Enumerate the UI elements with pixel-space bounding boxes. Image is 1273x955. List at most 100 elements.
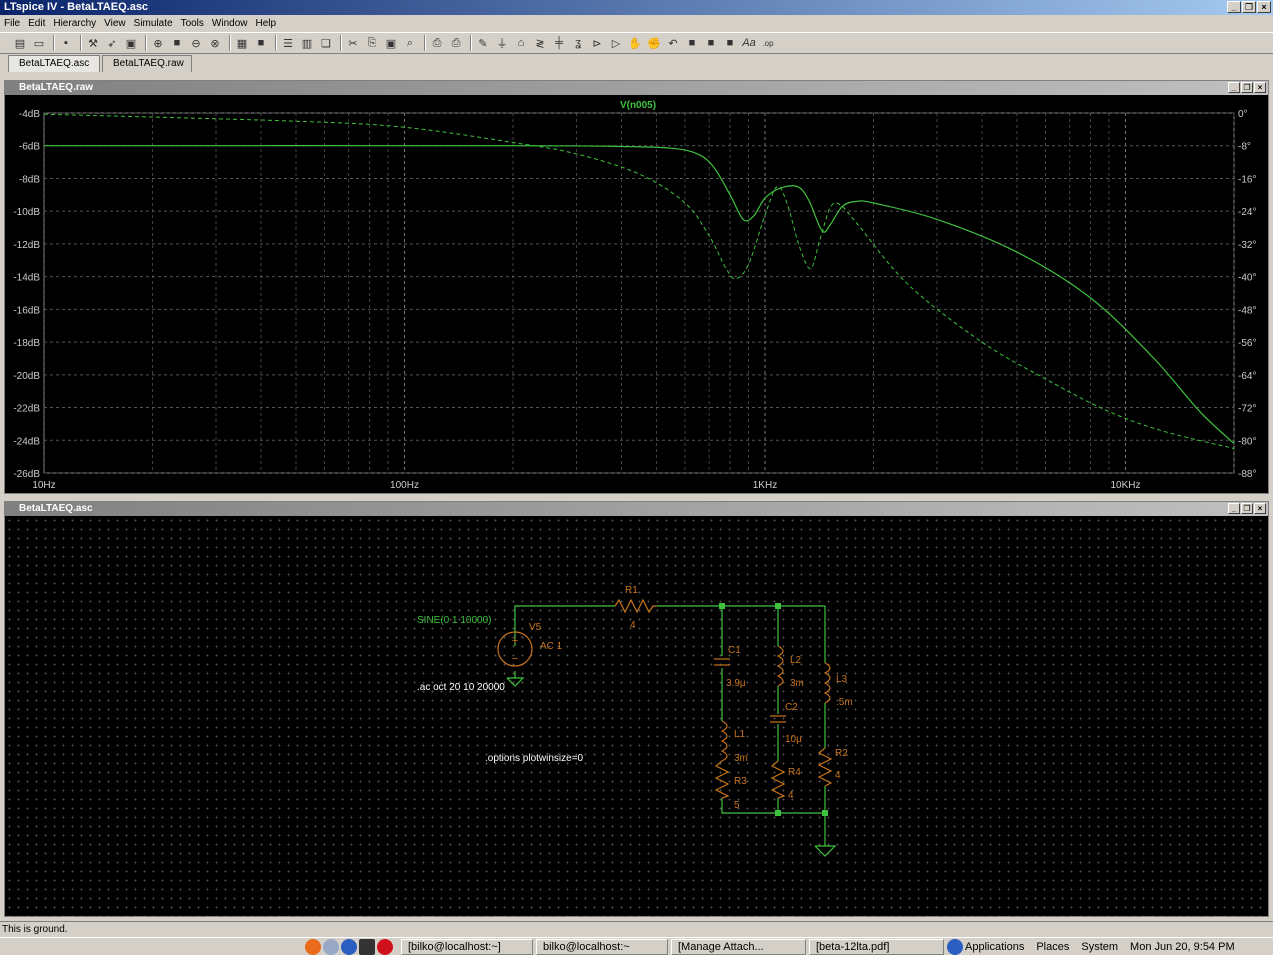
close-icon[interactable]: × [1257,1,1271,13]
menu-tools[interactable]: Tools [181,18,204,29]
l1-value[interactable]: 3m [734,753,748,764]
move-icon[interactable]: ✋ [627,35,643,51]
schematic-canvas[interactable]: + − R1 4 C1 3.9µ L1 3m R3 5 L2 3m C2 10µ… [5,516,1268,916]
r1-value[interactable]: 4 [630,620,636,631]
clock: Mon Jun 20, 9:54 PM [1130,940,1235,953]
bode-plot[interactable]: -4dB -6dB -8dB -10dB -12dB -14dB -16dB -18dB -20… [5,95,1268,493]
task-opera[interactable]: [Manage Attach... [671,938,806,955]
source-ac[interactable]: AC 1 [540,641,563,652]
close-icon[interactable]: × [1254,82,1266,93]
halt-icon[interactable]: ▣ [123,35,139,51]
save-icon[interactable]: ▪ [58,35,74,51]
c1-value[interactable]: 3.9µ [726,678,746,689]
minimize-icon[interactable]: _ [1228,82,1240,93]
r2-value[interactable]: 4 [835,770,841,781]
r1-name[interactable]: R1 [625,585,638,596]
menu-help[interactable]: Help [256,18,277,29]
y-tick-right: -48° [1238,305,1256,316]
l2-value[interactable]: 3m [790,678,804,689]
close-icon[interactable]: × [1254,503,1266,514]
new-schematic-icon[interactable]: ▤ [12,35,28,51]
fedora-icon[interactable] [341,938,357,955]
cascade-icon[interactable]: ❏ [318,35,334,51]
wire-icon[interactable]: ✎ [475,35,491,51]
l3-value[interactable]: .5m [836,697,853,708]
restore-icon[interactable]: ❐ [1242,1,1256,13]
redo-icon[interactable]: ■ [684,35,700,51]
component-icon[interactable]: ▷ [608,35,624,51]
capacitor-icon[interactable]: ╪ [551,35,567,51]
places-menu[interactable]: Places [1036,941,1069,953]
trace-label[interactable]: V(n005) [620,100,656,111]
ground-icon[interactable]: ⏚ [494,35,510,51]
menu-hierarchy[interactable]: Hierarchy [53,18,96,29]
l2-name[interactable]: L2 [790,655,802,666]
spice-directive-icon[interactable]: .op [760,35,776,51]
system-menu[interactable]: System [1081,941,1118,953]
c1-name[interactable]: C1 [728,645,741,656]
l1-name[interactable]: L1 [734,729,746,740]
rotate-icon[interactable]: ■ [703,35,719,51]
tile-horizontal-icon[interactable]: ☰ [280,35,296,51]
r2-name[interactable]: R2 [835,748,848,759]
open-icon[interactable]: ▭ [31,35,47,51]
tile-vertical-icon[interactable]: ▥ [299,35,315,51]
terminal-icon[interactable] [359,938,375,955]
mail-icon[interactable] [323,938,339,955]
r3-value[interactable]: 5 [734,800,740,811]
x-tick-label: 1KHz [753,480,777,491]
pan-icon[interactable]: ■ [169,35,185,51]
options-directive[interactable]: .options plotwinsize=0 [485,753,584,764]
control-panel-icon[interactable]: ⚒ [85,35,101,51]
autorange-icon[interactable]: ▦ [234,35,250,51]
r4-value[interactable]: 4 [788,790,794,801]
task-terminal-1[interactable]: [bilko@localhost:~] [401,938,533,955]
restore-icon[interactable]: ❐ [1241,503,1253,514]
text-icon[interactable]: Aa [741,35,757,51]
y-tick-left: -16dB [13,305,40,316]
tab-waveform[interactable]: BetaLTAEQ.raw [102,55,192,72]
mirror-icon[interactable]: ■ [722,35,738,51]
firefox-icon[interactable] [305,938,321,955]
print-icon[interactable]: ⎙ [448,35,464,51]
applications-menu[interactable]: Applications [965,941,1024,953]
zoom-in-icon[interactable]: ⊕ [150,35,166,51]
grid-icon[interactable]: ■ [253,35,269,51]
find-icon[interactable]: ⌕ [402,35,418,51]
fedora-menu-icon[interactable] [947,938,963,955]
diode-icon[interactable]: ⊳ [589,35,605,51]
minimize-icon[interactable]: _ [1228,503,1240,514]
run-icon[interactable]: ➶ [104,35,120,51]
undo-icon[interactable]: ↶ [665,35,681,51]
source-name[interactable]: V5 [529,622,542,633]
paste-icon[interactable]: ▣ [383,35,399,51]
resistor-icon[interactable]: ≷ [532,35,548,51]
menu-window[interactable]: Window [212,18,248,29]
copy-icon[interactable]: ⎘ [364,35,380,51]
zoom-fit-icon[interactable]: ⊗ [207,35,223,51]
c2-value[interactable]: 10µ [785,734,802,745]
menu-file[interactable]: File [4,18,20,29]
r3-name[interactable]: R3 [734,776,747,787]
drag-icon[interactable]: ✊ [646,35,662,51]
y-tick-left: -8dB [19,174,40,185]
l3-name[interactable]: L3 [836,674,848,685]
restore-icon[interactable]: ❐ [1241,82,1253,93]
label-net-icon[interactable]: ⌂ [513,35,529,51]
minimize-icon[interactable]: _ [1227,1,1241,13]
task-terminal-2[interactable]: bilko@localhost:~ [536,938,668,955]
opera-icon[interactable] [377,938,393,955]
print-preview-icon[interactable]: ⎙ [429,35,445,51]
tab-schematic[interactable]: BetaLTAEQ.asc [8,55,100,72]
menu-edit[interactable]: Edit [28,18,45,29]
menu-simulate[interactable]: Simulate [134,18,173,29]
source-spec[interactable]: SINE(0 1 10000) [417,615,492,626]
cut-icon[interactable]: ✂ [345,35,361,51]
ac-directive[interactable]: .ac oct 20 10 20000 [417,682,505,693]
zoom-out-icon[interactable]: ⊖ [188,35,204,51]
inductor-icon[interactable]: ʓ [570,35,586,51]
r4-name[interactable]: R4 [788,767,801,778]
c2-name[interactable]: C2 [785,702,798,713]
task-pdf[interactable]: [beta-12lta.pdf] [809,938,944,955]
menu-view[interactable]: View [104,18,126,29]
